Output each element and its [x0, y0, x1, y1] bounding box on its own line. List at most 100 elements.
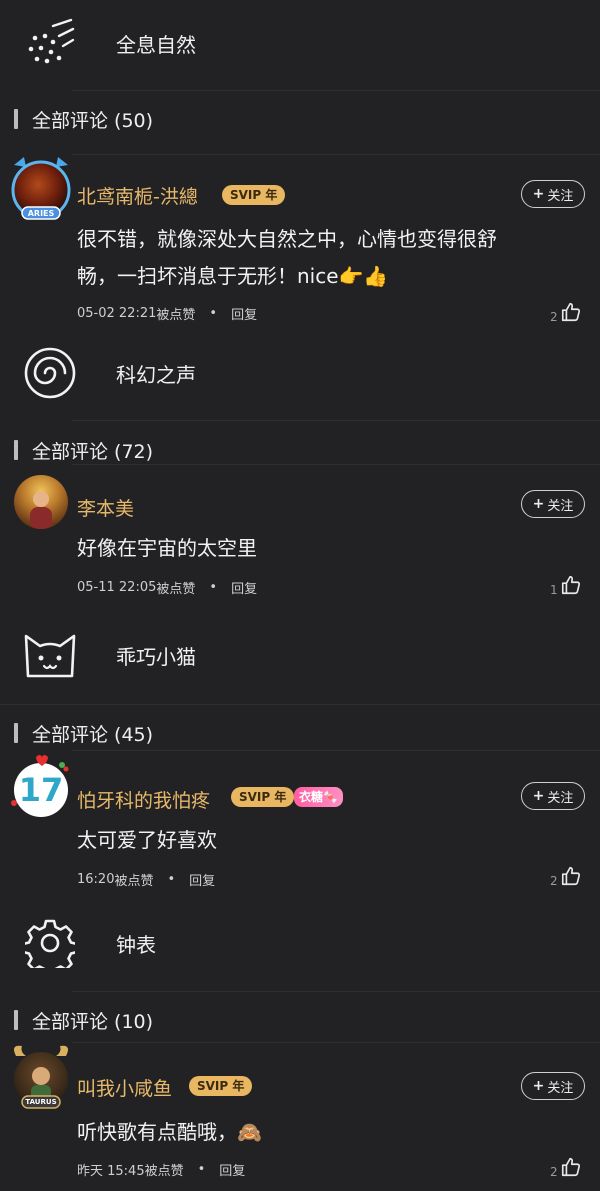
separator-dot: •	[209, 306, 218, 321]
reply-button[interactable]: 回复	[219, 1160, 245, 1179]
follow-button[interactable]: + 关注	[521, 782, 585, 810]
section-marker	[14, 109, 18, 129]
avatar[interactable]	[14, 475, 68, 529]
avatar[interactable]: ARIES	[11, 157, 71, 220]
like-button[interactable]: 2	[550, 301, 582, 323]
username[interactable]: 李本美	[77, 494, 134, 521]
separator-dot: •	[197, 1162, 206, 1177]
reply-button[interactable]: 回复	[231, 578, 257, 597]
follow-button[interactable]: + 关注	[521, 180, 585, 208]
comment-item: 李本美 + 关注 好像在宇宙的太空里 05-11 22:05 被点赞 • 回复 …	[0, 470, 600, 610]
like-button[interactable]: 2	[550, 865, 582, 887]
sound-row-clock[interactable]: 钟表	[0, 900, 600, 986]
follow-button[interactable]: + 关注	[521, 1072, 585, 1100]
sound-title: 全息自然	[116, 32, 196, 57]
username[interactable]: 北鸢南栀-洪總	[77, 182, 198, 209]
like-button[interactable]: 2	[550, 1156, 582, 1178]
follow-button[interactable]: + 关注	[521, 490, 585, 518]
like-count: 1	[550, 583, 558, 597]
username[interactable]: 叫我小咸鱼	[77, 1074, 172, 1101]
divider	[72, 154, 600, 155]
comment-text-line: 很不错，就像深处大自然之中，心情也变得很舒	[77, 227, 497, 251]
reply-button[interactable]: 回复	[231, 304, 257, 323]
divider	[0, 704, 600, 705]
thumbs-up-icon	[561, 866, 580, 886]
like-count: 2	[550, 874, 558, 888]
plus-icon: +	[532, 496, 545, 512]
comment-text-line: 好像在宇宙的太空里	[77, 536, 257, 560]
comment-time: 05-02 22:21	[77, 306, 157, 321]
liked-by-text: 被点赞	[144, 1164, 184, 1179]
comment-time: 昨天 15:45	[77, 1164, 145, 1179]
comment-text: 好像在宇宙的太空里	[77, 530, 557, 567]
liked-by-text: 被点赞	[156, 308, 196, 323]
sound-row-natural[interactable]: 全息自然	[0, 0, 600, 86]
like-count: 2	[550, 1165, 558, 1179]
liked-by-text: 被点赞	[156, 582, 196, 597]
avatar[interactable]: TAURUS	[14, 1045, 68, 1109]
reply-button[interactable]: 回复	[189, 870, 215, 889]
candy-badge: 衣糖🍬	[294, 787, 343, 807]
comments-header[interactable]: 全部评论 (45)	[0, 713, 600, 753]
separator-dot: •	[209, 580, 218, 595]
comment-item: 17 怕牙科的我怕疼 SVIP 年 衣糖🍬 + 关注 太可爱了好喜欢 16:20…	[0, 755, 600, 898]
svip-badge: SVIP 年	[231, 787, 295, 807]
comment-item: TAURUS 叫我小咸鱼 SVIP 年 + 关注 听快歌有点酷哦，🙈 昨天 15…	[0, 1045, 600, 1191]
avatar-badge-text: ARIES	[27, 209, 55, 218]
section-marker	[14, 1010, 18, 1030]
comment-meta: 昨天 15:45 被点赞 • 回复	[77, 1160, 245, 1179]
cat-face-icon	[22, 627, 78, 683]
divider	[72, 991, 600, 992]
svip-badge: SVIP 年	[222, 185, 286, 205]
comments-count-title: 全部评论 (45)	[32, 723, 154, 746]
plus-icon: +	[532, 788, 545, 804]
comment-text: 听快歌有点酷哦，🙈	[77, 1114, 557, 1151]
sound-row-cat[interactable]: 乖巧小猫	[0, 612, 600, 698]
comments-count-title: 全部评论 (10)	[32, 1010, 154, 1033]
follow-label: 关注	[547, 1080, 574, 1096]
section-marker	[14, 723, 18, 743]
gear-icon	[22, 915, 78, 971]
comment-text: 很不错，就像深处大自然之中，心情也变得很舒 畅，一扫坏消息于无形！nice👉👍	[77, 221, 557, 295]
avatar-badge-text: TAURUS	[25, 1098, 57, 1106]
like-count: 2	[550, 310, 558, 324]
sound-title: 科幻之声	[116, 362, 196, 387]
comment-item: ARIES 北鸢南栀-洪總 SVIP 年 + 关注 很不错，就像深处大自然之中，…	[0, 157, 600, 338]
comments-count-title: 全部评论 (72)	[32, 440, 154, 463]
follow-label: 关注	[547, 188, 574, 204]
sparkle-particles-icon	[22, 15, 78, 71]
thumbs-up-icon	[561, 1157, 580, 1177]
divider	[72, 1042, 600, 1043]
sound-title: 乖巧小猫	[116, 644, 196, 669]
comment-meta: 05-11 22:05 被点赞 • 回复	[77, 578, 257, 597]
comment-meta: 16:20 被点赞 • 回复	[77, 870, 215, 889]
comment-text-line: 听快歌有点酷哦，🙈	[77, 1120, 262, 1144]
sound-row-scifi[interactable]: 科幻之声	[0, 330, 600, 416]
comment-text: 太可爱了好喜欢	[77, 822, 557, 859]
comments-count-title: 全部评论 (50)	[32, 109, 154, 132]
divider	[72, 90, 600, 91]
thumbs-up-icon	[561, 575, 580, 595]
plus-icon: +	[532, 1078, 545, 1094]
plus-icon: +	[532, 186, 545, 202]
comment-time: 05-11 22:05	[77, 580, 157, 595]
comment-time: 16:20	[77, 872, 115, 887]
follow-label: 关注	[547, 790, 574, 806]
like-button[interactable]: 1	[550, 574, 582, 596]
comment-meta: 05-02 22:21 被点赞 • 回复	[77, 304, 257, 323]
spiral-icon	[22, 345, 78, 401]
section-marker	[14, 440, 18, 460]
comment-text-line: 太可爱了好喜欢	[77, 828, 217, 852]
comments-header[interactable]: 全部评论 (50)	[0, 99, 600, 139]
separator-dot: •	[167, 872, 176, 887]
comments-header[interactable]: 全部评论 (10)	[0, 1000, 600, 1040]
divider	[72, 464, 600, 465]
divider	[72, 420, 600, 421]
comment-text-line: 畅，一扫坏消息于无形！nice👉👍	[77, 264, 389, 288]
svip-badge: SVIP 年	[189, 1076, 253, 1096]
liked-by-text: 被点赞	[114, 874, 154, 889]
username[interactable]: 怕牙科的我怕疼	[77, 786, 210, 813]
thumbs-up-icon	[561, 302, 580, 322]
follow-label: 关注	[547, 498, 574, 514]
avatar[interactable]: 17	[11, 755, 69, 817]
